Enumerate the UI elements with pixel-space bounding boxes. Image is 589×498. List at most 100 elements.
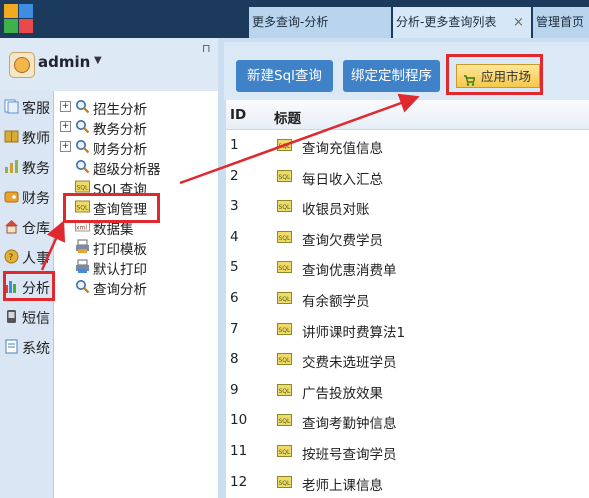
sql-icon: SQL: [75, 179, 90, 194]
tab-query-list[interactable]: 分析-更多查询列表 ×: [393, 7, 531, 38]
sidebar-item-label: 客服: [22, 101, 50, 117]
avatar[interactable]: [9, 52, 35, 78]
row-title[interactable]: 讲师课时费算法1: [302, 321, 405, 341]
search-icon: [75, 139, 90, 154]
notebook-icon: [4, 339, 19, 354]
table-row[interactable]: 4 SQL 查询欠费学员: [226, 222, 589, 252]
expand-icon[interactable]: +: [60, 101, 71, 112]
sidebar-item-sms[interactable]: 短信: [3, 306, 53, 328]
tree-item-label: 打印模板: [93, 242, 147, 258]
table-row[interactable]: 10 SQL 查询考勤钟信息: [226, 405, 589, 435]
table-row[interactable]: 12 SQL 老师上课信息: [226, 467, 589, 497]
sidebar-item-academic[interactable]: 教务: [3, 156, 53, 178]
row-title[interactable]: 查询欠费学员: [302, 229, 383, 249]
column-header-id[interactable]: ID: [230, 107, 246, 123]
pages-icon: [4, 99, 19, 114]
row-id: 6: [230, 290, 239, 306]
sidebar-item-service[interactable]: 客服: [3, 96, 53, 118]
tab-more-query-analysis[interactable]: 更多查询-分析: [249, 7, 391, 38]
table-row[interactable]: 1 SQL 查询充值信息: [226, 130, 589, 160]
sidebar-item-label: 系统: [22, 341, 50, 357]
sql-icon: SQL: [277, 139, 292, 151]
search-icon: [75, 279, 90, 294]
row-title[interactable]: 查询考勤钟信息: [302, 412, 397, 432]
row-title[interactable]: 查询充值信息: [302, 137, 383, 157]
search-icon: [75, 119, 90, 134]
tab-home[interactable]: 管理首页: [533, 7, 589, 38]
row-id: 2: [230, 167, 239, 184]
row-title[interactable]: 广告投放效果: [302, 382, 383, 402]
svg-text:SQL: SQL: [279, 235, 292, 242]
row-title[interactable]: 有余额学员: [302, 290, 370, 310]
sql-icon: SQL: [277, 475, 292, 488]
row-title[interactable]: 老师上课信息: [302, 474, 383, 494]
table-row[interactable]: 2 SQL 每日收入汇总: [226, 161, 589, 191]
tree-item-label: 超级分析器: [93, 162, 161, 178]
bind-custom-program-button[interactable]: 绑定定制程序: [343, 60, 440, 92]
row-title[interactable]: 按班号查询学员: [302, 443, 397, 463]
table-header: ID 标题: [226, 100, 589, 130]
top-bar: 更多查询-分析 分析-更多查询列表 × 管理首页: [0, 0, 589, 38]
sidebar-item-label: 教务: [22, 161, 50, 177]
sidebar-item-system[interactable]: 系统: [3, 336, 53, 358]
row-id: 9: [230, 381, 239, 398]
svg-text:xml: xml: [76, 225, 87, 232]
tab-label: 管理首页: [536, 15, 585, 29]
row-title[interactable]: 交费未选班学员: [302, 351, 397, 371]
annotation-box-query-management: [63, 193, 160, 223]
pin-icon[interactable]: ⊓: [202, 42, 211, 55]
svg-text:SQL: SQL: [279, 418, 292, 425]
table-row[interactable]: 5 SQL 查询优惠消费单: [226, 252, 589, 282]
row-id: 4: [230, 228, 239, 245]
sidebar-item-warehouse[interactable]: 仓库: [3, 216, 53, 238]
column-header-title[interactable]: 标题: [274, 107, 301, 127]
table-row[interactable]: 3 SQL 收银员对账: [226, 191, 589, 221]
table-row[interactable]: 7 SQL 讲师课时费算法1: [226, 314, 589, 344]
book-icon: [4, 129, 19, 144]
sidebar-item-label: 教师: [22, 131, 50, 147]
username[interactable]: admin: [38, 53, 90, 71]
printer-icon: [75, 259, 90, 274]
wallet-icon: [4, 189, 19, 204]
tree-item-label: 财务分析: [93, 142, 147, 158]
tree-item-label: 默认打印: [93, 262, 147, 278]
user-panel: admin ▼ ⊓: [0, 38, 218, 91]
svg-text:SQL: SQL: [279, 296, 292, 303]
svg-text:SQL: SQL: [279, 449, 292, 456]
table-row[interactable]: 11 SQL 按班号查询学员: [226, 436, 589, 466]
table-row[interactable]: 6 SQL 有余额学员: [226, 283, 589, 313]
expand-icon[interactable]: +: [60, 121, 71, 132]
sql-icon: SQL: [277, 353, 292, 366]
row-id: 1: [230, 137, 239, 153]
sql-icon: SQL: [277, 445, 292, 457]
sidebar-item-teacher[interactable]: 教师: [3, 126, 53, 148]
sidebar-item-finance[interactable]: 财务: [3, 186, 53, 208]
svg-text:SQL: SQL: [279, 480, 292, 487]
app-logo-icon: [4, 4, 34, 34]
svg-text:SQL: SQL: [279, 204, 292, 211]
row-title[interactable]: 查询优惠消费单: [302, 259, 397, 279]
svg-text:SQL: SQL: [279, 357, 292, 364]
svg-text:?: ?: [9, 253, 14, 263]
table-row[interactable]: 9 SQL 广告投放效果: [226, 375, 589, 405]
search-icon: [75, 99, 90, 114]
sql-icon: SQL: [277, 414, 292, 427]
row-title[interactable]: 收银员对账: [302, 198, 370, 218]
row-title[interactable]: 每日收入汇总: [302, 168, 383, 188]
sql-icon: SQL: [277, 322, 292, 335]
close-icon[interactable]: ×: [513, 7, 524, 38]
svg-text:SQL: SQL: [279, 388, 292, 395]
row-id: 11: [230, 443, 248, 459]
sidebar-item-hr[interactable]: ? 人事: [3, 246, 53, 268]
sidebar-item-label: 人事: [22, 251, 50, 267]
new-sql-query-button[interactable]: 新建Sql查询: [236, 60, 333, 92]
sql-icon: SQL: [277, 383, 292, 396]
sql-icon: SQL: [277, 230, 292, 243]
table-row[interactable]: 8 SQL 交费未选班学员: [226, 344, 589, 374]
house-icon: [4, 219, 19, 234]
sidebar-item-label: 财务: [22, 191, 50, 207]
chevron-down-icon[interactable]: ▼: [94, 55, 102, 66]
expand-icon[interactable]: +: [60, 141, 71, 152]
search-icon: [75, 159, 90, 174]
row-id: 7: [230, 320, 239, 337]
